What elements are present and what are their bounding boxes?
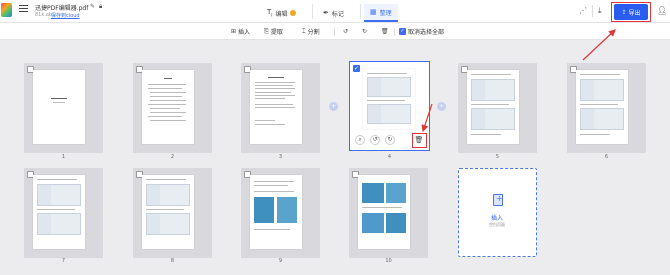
rotate-left-button[interactable]: ↺ — [343, 26, 348, 37]
page-preview — [576, 70, 628, 144]
extract-icon: ⎘ — [264, 27, 269, 35]
delete-button[interactable]: 🗑︎ — [381, 26, 389, 37]
rotate-left-icon: ↺ — [343, 28, 349, 35]
organize-toolbar: ⊞ 插入 ⎘ 提取 ⌶ 分割 ↺ ↻ 🗑︎ ✓ 取消选择全部 — [0, 23, 670, 40]
tab-edit[interactable]: TI 编辑 — [267, 4, 297, 22]
tab-edit-label: 编辑 — [275, 10, 288, 18]
page-thumbnail[interactable] — [349, 168, 428, 258]
app-logo-icon — [1, 3, 12, 17]
zoom-preview-icon[interactable]: ⌕ — [355, 135, 365, 145]
extract-button[interactable]: ⎘ 提取 — [264, 26, 283, 37]
insert-card-sublabel: 空白页面 — [489, 222, 505, 227]
page-actions: ⌕ ↺ ↻ — [355, 135, 395, 145]
tab-markup-label: 标记 — [331, 10, 344, 18]
page-number: 9 — [278, 258, 283, 264]
add-page-icon — [493, 194, 503, 206]
page-delete-trash-icon[interactable]: 🗑︎ — [414, 135, 424, 145]
insert-card-label: 插入 — [490, 215, 503, 222]
insert-label: 插入 — [238, 29, 251, 36]
page-thumbnail-selected[interactable]: ✓ ⌕ ↺ ↻ 🗑︎ — [349, 61, 430, 151]
export-upload-icon: ⇪ — [621, 8, 627, 16]
top-bar: 迅捷PDF编辑器.pdf ✎ 🔒︎ 81k.ab 保存到cloud TI 编辑 … — [0, 0, 670, 23]
split-icon: ⌶ — [302, 27, 306, 35]
page-thumbnail[interactable] — [24, 63, 103, 153]
trash-icon: 🗑︎ — [381, 28, 389, 35]
hamburger-menu-icon[interactable] — [19, 5, 28, 13]
page-thumbnail[interactable] — [241, 168, 320, 258]
file-size: 81k.ab — [35, 12, 53, 18]
page-preview — [33, 175, 85, 249]
page-preview — [142, 175, 194, 249]
insert-button[interactable]: ⊞ 插入 — [231, 26, 250, 37]
checkbox-checked-icon: ✓ — [399, 28, 406, 35]
page-preview — [467, 70, 519, 144]
page-preview — [142, 70, 194, 144]
split-label: 分割 — [307, 29, 320, 36]
page-thumbnail[interactable] — [133, 63, 212, 153]
rotate-right-icon[interactable]: ↻ — [385, 135, 395, 145]
insert-between-button[interactable]: + — [329, 102, 338, 111]
text-edit-icon: TI — [267, 8, 273, 18]
tab-markup[interactable]: ✒ 标记 — [323, 4, 344, 22]
page-preview — [250, 70, 302, 144]
page-thumbnail[interactable] — [241, 63, 320, 153]
page-thumbnail[interactable] — [458, 63, 537, 153]
rename-pencil-icon[interactable]: ✎ — [90, 3, 95, 10]
pen-icon: ✒ — [323, 9, 329, 17]
lock-icon[interactable]: 🔒︎ — [99, 3, 102, 11]
export-button[interactable]: ⇪ 导出 — [614, 4, 648, 20]
page-number: 7 — [61, 258, 66, 264]
download-icon[interactable]: ⤓ — [598, 6, 602, 16]
page-thumbnail[interactable] — [24, 168, 103, 258]
page-checkbox-checked[interactable]: ✓ — [353, 65, 360, 72]
page-number: 2 — [170, 154, 175, 160]
page-number: 6 — [604, 154, 609, 160]
split-button[interactable]: ⌶ 分割 — [302, 26, 320, 37]
new-feature-dot-icon — [290, 10, 297, 16]
user-avatar-icon[interactable]: 👤︎ — [657, 6, 667, 15]
page-number: 4 — [387, 154, 392, 160]
page-preview — [33, 70, 85, 144]
page-number: 10 — [385, 258, 392, 264]
cancel-select-all-label: 取消选择全部 — [408, 29, 445, 36]
page-number: 1 — [61, 154, 66, 160]
cancel-select-all-button[interactable]: ✓ 取消选择全部 — [399, 26, 444, 37]
page-number: 3 — [278, 154, 283, 160]
page-preview — [363, 69, 415, 129]
rotate-right-button[interactable]: ↻ — [362, 26, 367, 37]
rotate-right-icon: ↻ — [362, 28, 368, 35]
save-to-cloud-link[interactable]: 保存到cloud — [51, 12, 80, 19]
share-icon[interactable]: ⋰ — [579, 6, 587, 15]
page-thumbnail[interactable] — [567, 63, 646, 153]
export-button-label: 导出 — [628, 9, 641, 17]
insert-blank-page-card[interactable]: 插入 空白页面 — [458, 168, 537, 257]
extract-label: 提取 — [270, 29, 283, 36]
page-preview — [250, 175, 302, 249]
rotate-left-icon[interactable]: ↺ — [370, 135, 380, 145]
insert-page-icon: ⊞ — [231, 28, 237, 35]
tab-organize[interactable]: ▦ 整理 — [364, 4, 398, 22]
file-title: 迅捷PDF编辑器.pdf — [35, 5, 89, 12]
page-preview — [358, 175, 410, 249]
insert-between-button[interactable]: + — [437, 102, 446, 111]
page-number: 8 — [170, 258, 175, 264]
tab-organize-label: 整理 — [379, 9, 392, 17]
grid-organize-icon: ▦ — [370, 8, 377, 16]
page-number: 5 — [495, 154, 500, 160]
page-thumbnail[interactable] — [133, 168, 212, 258]
